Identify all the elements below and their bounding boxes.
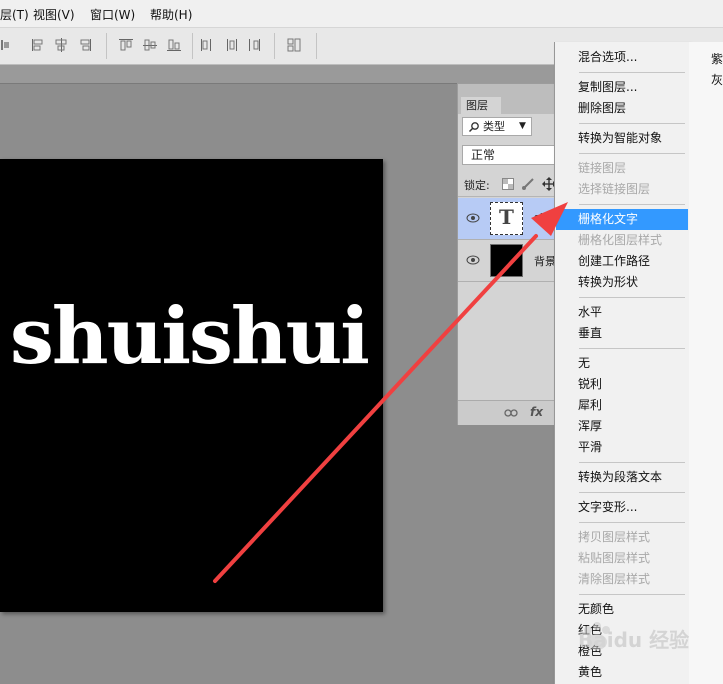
context-menu-item: 清除图层样式	[578, 572, 651, 586]
fx-icon[interactable]: fx	[530, 405, 543, 419]
context-menu-item: 拷贝图层样式	[578, 530, 651, 544]
lock-image-pixels-icon[interactable]	[521, 177, 535, 191]
text-layer-icon: T	[499, 205, 514, 229]
lock-row: 锁定:	[458, 172, 556, 197]
link-icon[interactable]	[504, 407, 518, 417]
menu-separator	[579, 462, 685, 463]
context-menu-item[interactable]: 犀利	[556, 395, 688, 416]
toolbar-divider	[316, 33, 317, 59]
context-menu-item[interactable]: 浑厚	[556, 416, 688, 437]
distribute-horizontal-centers-icon[interactable]	[223, 37, 239, 53]
menu-separator	[579, 204, 685, 205]
menu-separator	[579, 72, 685, 73]
context-menu-item[interactable]: 无颜色	[556, 599, 688, 620]
menu-window[interactable]: 窗口(W)	[90, 6, 135, 23]
context-menu-item[interactable]: 删除图层	[556, 98, 688, 119]
menu-separator	[579, 492, 685, 493]
align-left-edges-icon[interactable]	[30, 37, 46, 53]
eye-icon[interactable]	[466, 212, 480, 223]
menu-layer[interactable]: 层(T)	[0, 6, 29, 23]
document-canvas[interactable]	[0, 159, 383, 612]
lock-label: 锁定:	[464, 179, 490, 192]
menu-separator	[579, 594, 685, 595]
toolbar-divider	[274, 33, 275, 59]
context-menu-item[interactable]: 转换为形状	[556, 272, 688, 293]
context-menu-item[interactable]: 水平	[556, 302, 688, 323]
context-menu-item[interactable]: 锐利	[556, 374, 688, 395]
context-menu-item[interactable]: 垂直	[556, 323, 688, 344]
context-menu-item[interactable]: 平滑	[556, 437, 688, 458]
menu-help[interactable]: 帮助(H)	[150, 6, 192, 23]
baidu-watermark: Baidu 经验	[578, 618, 690, 658]
context-menu-item[interactable]: 黄色	[556, 662, 688, 683]
context-menu-item[interactable]: 创建工作路径	[556, 251, 688, 272]
auto-align-icon[interactable]	[286, 37, 302, 53]
layers-panel-footer: fx	[458, 400, 556, 425]
context-menu-item: 栅格化图层样式	[578, 233, 663, 247]
context-menu-item: 选择链接图层	[578, 182, 651, 196]
context-menu-item[interactable]: 转换为智能对象	[556, 128, 688, 149]
eye-icon[interactable]	[466, 254, 480, 265]
right-panel-label: 紫	[711, 52, 723, 66]
toolbar-divider	[106, 33, 107, 59]
menu-view[interactable]: 视图(V)	[33, 6, 75, 23]
align-top-edges-icon[interactable]	[118, 37, 134, 53]
menu-separator	[579, 348, 685, 349]
blend-mode-label: 正常	[471, 148, 496, 162]
align-left-edges-icon[interactable]	[0, 37, 10, 53]
text-layer-thumbnail: T	[490, 202, 523, 235]
distribute-right-icon[interactable]	[246, 37, 262, 53]
context-menu-item[interactable]: 文字变形...	[556, 497, 688, 518]
menu-separator	[579, 297, 685, 298]
blend-mode-select[interactable]: 正常	[462, 145, 562, 165]
menu-separator	[579, 153, 685, 154]
tab-layers[interactable]: 图层	[461, 97, 501, 114]
menu-separator	[579, 123, 685, 124]
layer-name: 背景	[534, 255, 556, 268]
layer-row[interactable]: T shui	[458, 198, 557, 240]
align-vertical-centers-icon[interactable]	[142, 37, 158, 53]
watermark-text: Baidu 经验	[578, 628, 690, 652]
layers-panel-header: 图层	[458, 84, 556, 114]
menu-separator	[579, 522, 685, 523]
context-menu-item[interactable]: 复制图层...	[556, 77, 688, 98]
context-menu-item: 粘贴图层样式	[578, 551, 651, 565]
menu-bar: 层(T) 视图(V) 窗口(W) 帮助(H)	[0, 0, 723, 28]
chevron-down-icon: ▼	[519, 121, 526, 131]
lock-transparent-pixels-icon[interactable]	[502, 178, 514, 190]
align-bottom-edges-icon[interactable]	[166, 37, 182, 53]
align-horizontal-centers-icon[interactable]	[53, 37, 69, 53]
background-layer-thumbnail	[490, 244, 523, 277]
align-right-edges-icon[interactable]	[77, 37, 93, 53]
tab-bar	[0, 65, 555, 84]
search-icon	[468, 121, 480, 133]
context-menu-item[interactable]: 无	[556, 353, 688, 374]
right-panel: 紫 灰	[689, 42, 723, 684]
toolbar-divider	[192, 33, 193, 59]
layer-row[interactable]: 背景	[458, 240, 556, 282]
layer-filter-label: 类型	[483, 120, 505, 133]
right-panel-label: 灰	[711, 73, 723, 87]
context-menu-item: 链接图层	[578, 161, 627, 175]
context-menu-item[interactable]: 转换为段落文本	[556, 467, 688, 488]
layers-panel: 图层 类型 ▼ 正常 锁定: T shui 背景 fx	[457, 83, 562, 425]
distribute-left-icon[interactable]	[199, 37, 215, 53]
context-menu-item[interactable]: 混合选项...	[556, 47, 688, 68]
context-menu-item[interactable]: 栅格化文字	[556, 209, 688, 230]
context-menu: 混合选项... 复制图层... 删除图层转换为智能对象链接图层选择链接图层栅格化文字…	[554, 42, 690, 684]
canvas-text: shuishui	[10, 291, 370, 382]
layer-filter-select[interactable]: 类型 ▼	[462, 117, 532, 136]
